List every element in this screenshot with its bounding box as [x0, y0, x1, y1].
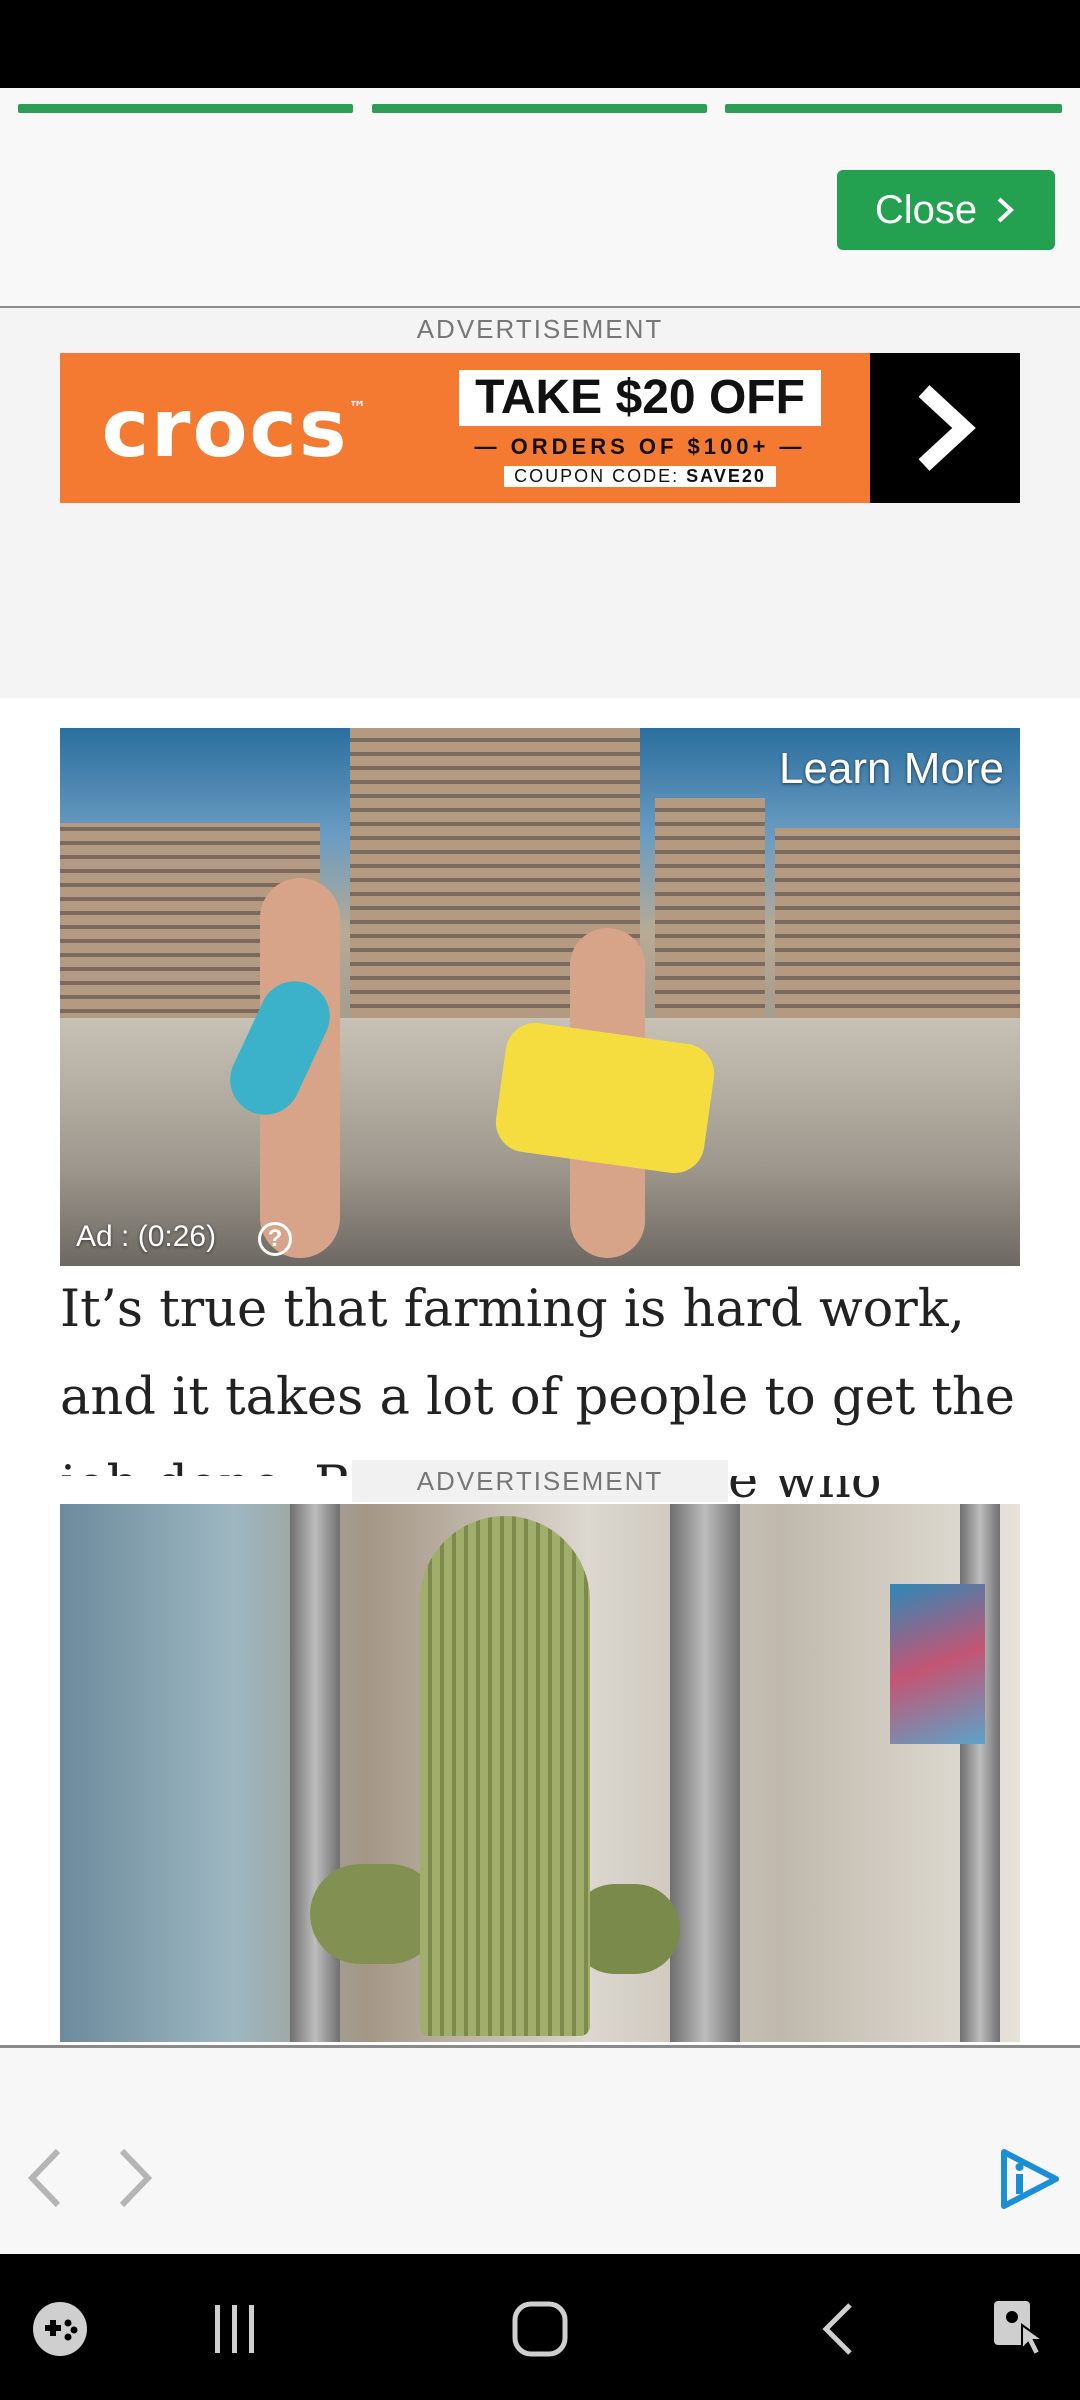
- building: [775, 828, 1020, 1018]
- door-frame: [290, 1504, 340, 2042]
- offer-subline: — ORDERS OF $100+ —: [474, 433, 806, 459]
- accessibility-icon: [994, 2301, 1047, 2357]
- progress-segment: [372, 104, 707, 113]
- chevron-right-icon[interactable]: [110, 2143, 160, 2213]
- article-text-fragment: e who work: [728, 1476, 882, 1506]
- recents-button[interactable]: [200, 2294, 270, 2364]
- cactus-video-ad[interactable]: [60, 1504, 1020, 2042]
- ad-timer: Ad : (0:26): [76, 1220, 217, 1253]
- accessibility-button[interactable]: [985, 2294, 1055, 2364]
- story-header: Close: [0, 88, 1080, 308]
- story-progress: [0, 104, 1080, 116]
- game-launcher-button[interactable]: [25, 2294, 95, 2364]
- ad-label: ADVERTISEMENT: [352, 1460, 728, 1502]
- progress-segment: [725, 104, 1062, 113]
- back-button[interactable]: [808, 2294, 868, 2364]
- progress-segment: [18, 104, 353, 113]
- back-icon: [822, 2303, 852, 2355]
- status-bar: [0, 0, 1080, 88]
- building: [655, 798, 765, 1018]
- recents-icon: [215, 2305, 254, 2353]
- crocs-banner-ad[interactable]: crocs ™ TAKE $20 OFF — ORDERS OF $100+ — …: [60, 353, 1020, 503]
- ad-label: ADVERTISEMENT: [416, 314, 664, 344]
- chevron-right-icon: [997, 197, 1015, 223]
- learn-more-link[interactable]: Learn More: [779, 744, 1004, 794]
- close-button-label: Close: [874, 187, 978, 232]
- video-ad-player[interactable]: Learn More Ad : (0:26) ?: [60, 728, 1020, 1266]
- chevron-left-icon[interactable]: [20, 2143, 70, 2213]
- banner-arrow[interactable]: [870, 353, 1020, 503]
- system-navigation-bar: [0, 2254, 1080, 2400]
- chevron-right-icon: [918, 385, 976, 471]
- door-frame: [670, 1504, 740, 2042]
- help-icon[interactable]: ?: [258, 1222, 292, 1256]
- crocs-logo: crocs ™: [101, 381, 369, 475]
- cactus-character: [420, 1516, 590, 2036]
- article-paragraph: It’s true that farming is hard work, and…: [60, 1280, 1015, 1476]
- crocs-offer: TAKE $20 OFF — ORDERS OF $100+ — COUPON …: [410, 353, 870, 503]
- close-button[interactable]: Close: [837, 170, 1055, 250]
- play-info-icon[interactable]: [996, 2148, 1062, 2210]
- ad-section-top: ADVERTISEMENT crocs ™ TAKE $20 OFF — ORDE…: [0, 308, 1080, 698]
- bottom-nav-bar: [0, 2048, 1080, 2254]
- coupon-code: COUPON CODE: SAVE20: [504, 465, 776, 487]
- article-main: Learn More Ad : (0:26) ? It’s true that …: [0, 698, 1080, 2042]
- wall-painting: [890, 1584, 985, 1744]
- article-body: It’s true that farming is hard work, and…: [60, 1266, 1020, 1476]
- home-icon: [512, 2301, 568, 2357]
- offer-headline: TAKE $20 OFF: [459, 369, 821, 426]
- game-launcher-icon: [33, 2302, 87, 2356]
- home-button[interactable]: [500, 2294, 580, 2364]
